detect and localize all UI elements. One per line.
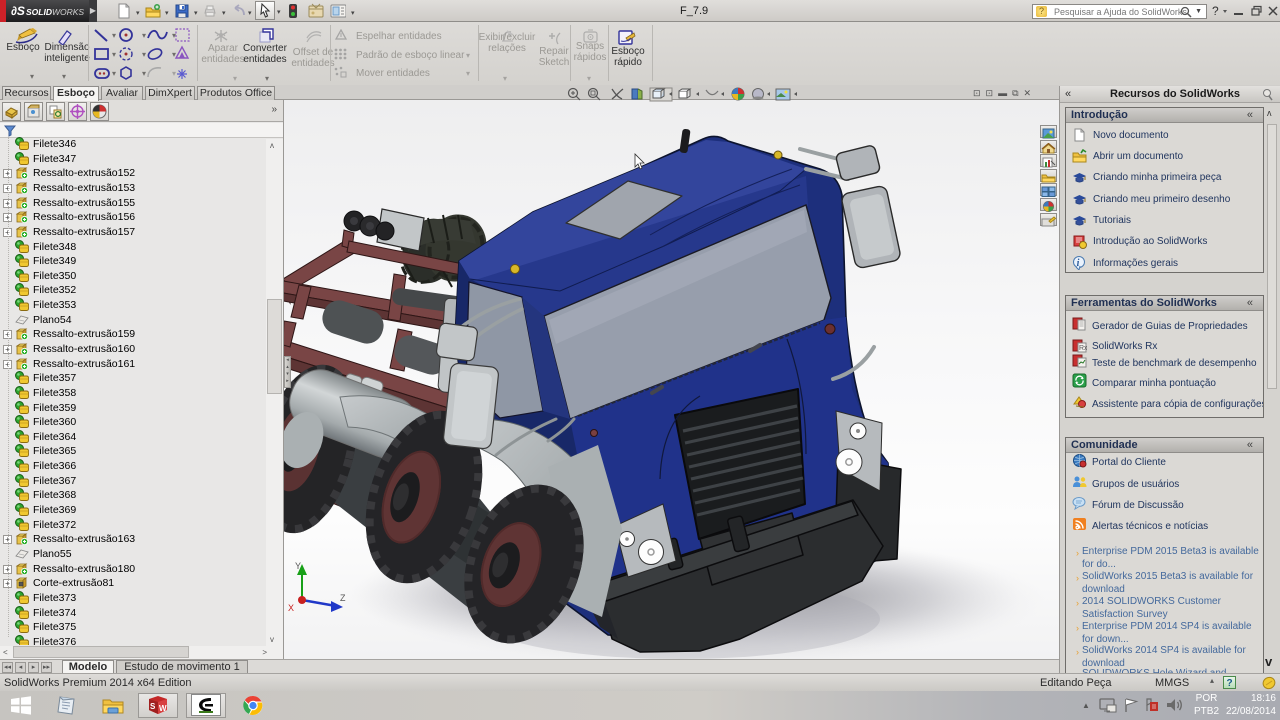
svg-text:?: ? (1212, 4, 1219, 18)
svg-text:X: X (288, 603, 294, 613)
svg-text:W: W (159, 704, 167, 713)
svg-text:Rx: Rx (1079, 345, 1087, 352)
svg-text:S: S (150, 702, 156, 711)
svg-text:Y: Y (295, 561, 301, 571)
svg-text:Z: Z (340, 593, 346, 603)
